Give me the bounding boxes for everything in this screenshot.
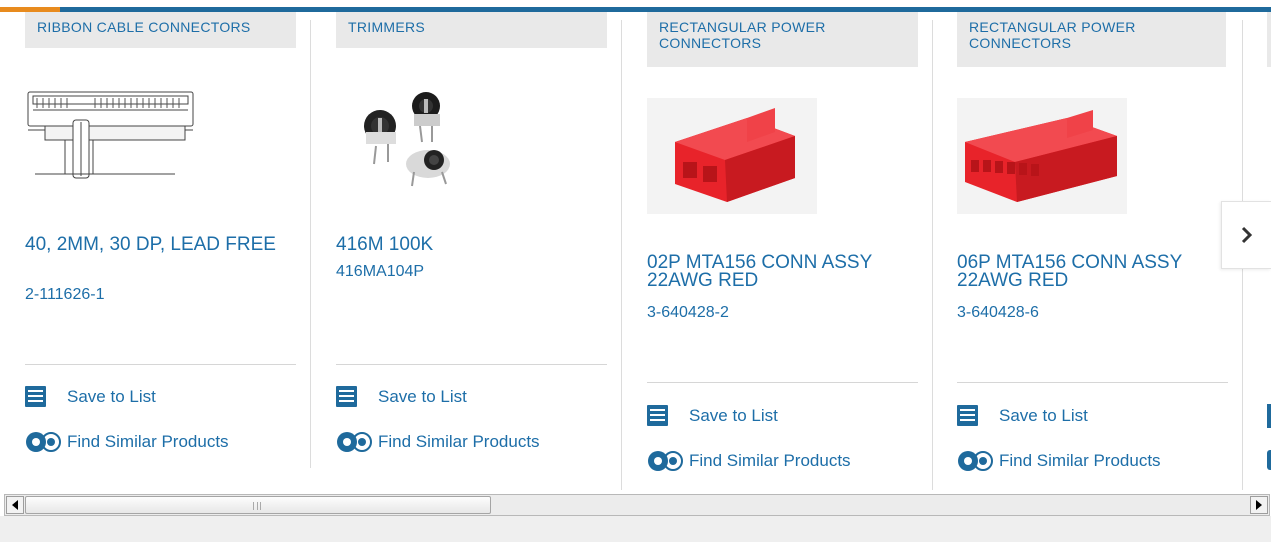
scroll-right-button[interactable] [1250,496,1268,514]
trimmer-photo [364,92,450,187]
category-label[interactable]: RIBBON CABLE CONNECTORS [25,12,296,48]
product-title[interactable]: 416M 100K [336,235,596,254]
scrollbar-thumb[interactable] [25,496,491,514]
checklist-icon [647,405,668,426]
part-number[interactable]: 3-640428-6 [957,304,1039,322]
product-carousel: RIBBON CABLE CONNECTORS 40, 2MM, 30 DP, … [0,12,1271,492]
grip-icon [253,502,261,510]
ribbon-connector-drawing [27,91,194,179]
page-footer-area [0,516,1271,542]
save-to-list-button[interactable]: Save to List [647,405,778,426]
product-title[interactable]: 40, 2MM, 30 DP, LEAD FREE [25,235,285,254]
card-separator [957,382,1228,383]
product-card: RECTANGULAR POWER CONNECTORS 06P MTA156 … [932,12,1243,492]
find-similar-label: Find Similar Products [67,432,229,451]
scroll-left-button[interactable] [6,496,24,514]
gears-icon [1267,450,1271,470]
product-card: RECTANGULAR POWER CONNECTORS 02P MTA156 … [622,12,933,492]
product-image[interactable] [336,86,476,196]
category-label[interactable]: RECTANGULAR POWER CONNECTORS [957,12,1226,67]
category-label[interactable]: TRIMMERS [336,12,607,48]
part-number[interactable]: 2-111626-1 [25,286,104,304]
category-label[interactable]: RECTANGULAR POWER CONNECTORS [647,12,918,67]
arrow-left-icon [12,500,18,510]
product-card: TRIMMERS 416M 100K 416MA104P Save to Lis… [311,12,622,492]
save-to-list-label: Save to List [689,405,778,425]
checklist-icon [1267,404,1271,428]
find-similar-button[interactable]: Find Similar Products [957,449,1161,473]
save-to-list-label: Save to List [999,405,1088,425]
save-to-list-label: Save to List [378,386,467,406]
category-label-partial [1267,12,1271,67]
arrow-right-icon [1256,500,1262,510]
gears-icon [958,451,993,471]
red-connector-2p [675,108,795,202]
find-similar-label: Find Similar Products [999,451,1161,470]
checklist-icon [957,405,978,426]
find-similar-label: Find Similar Products [689,451,851,470]
card-separator [25,364,296,365]
find-similar-label: Find Similar Products [378,432,540,451]
carousel-next-button[interactable] [1221,201,1271,269]
red-connector-6p [965,110,1117,202]
save-to-list-button[interactable]: Save to List [336,386,467,407]
product-image[interactable] [957,98,1127,214]
find-similar-button[interactable]: Find Similar Products [647,449,851,473]
product-title[interactable]: 02P MTA156 CONN ASSY 22AWG RED [647,253,907,290]
card-separator [647,382,918,383]
gears-icon [648,451,683,471]
horizontal-scrollbar[interactable] [4,494,1270,516]
chevron-right-icon [1241,226,1252,244]
product-title[interactable]: 06P MTA156 CONN ASSY 22AWG RED [957,253,1217,290]
save-to-list-button[interactable]: Save to List [957,405,1088,426]
part-number[interactable]: 416MA104P [336,263,424,281]
checklist-icon [25,386,46,407]
checklist-icon [336,386,357,407]
save-to-list-label: Save to List [67,386,156,406]
product-image[interactable] [25,86,200,186]
gears-icon [26,432,61,452]
find-similar-button[interactable]: Find Similar Products [336,430,540,454]
gears-icon [337,432,372,452]
product-card: RIBBON CABLE CONNECTORS 40, 2MM, 30 DP, … [0,12,311,492]
save-to-list-button[interactable]: Save to List [25,386,156,407]
find-similar-button[interactable]: Find Similar Products [25,430,229,454]
part-number[interactable]: 3-640428-2 [647,304,729,322]
card-separator [336,364,607,365]
product-image[interactable] [647,98,817,214]
